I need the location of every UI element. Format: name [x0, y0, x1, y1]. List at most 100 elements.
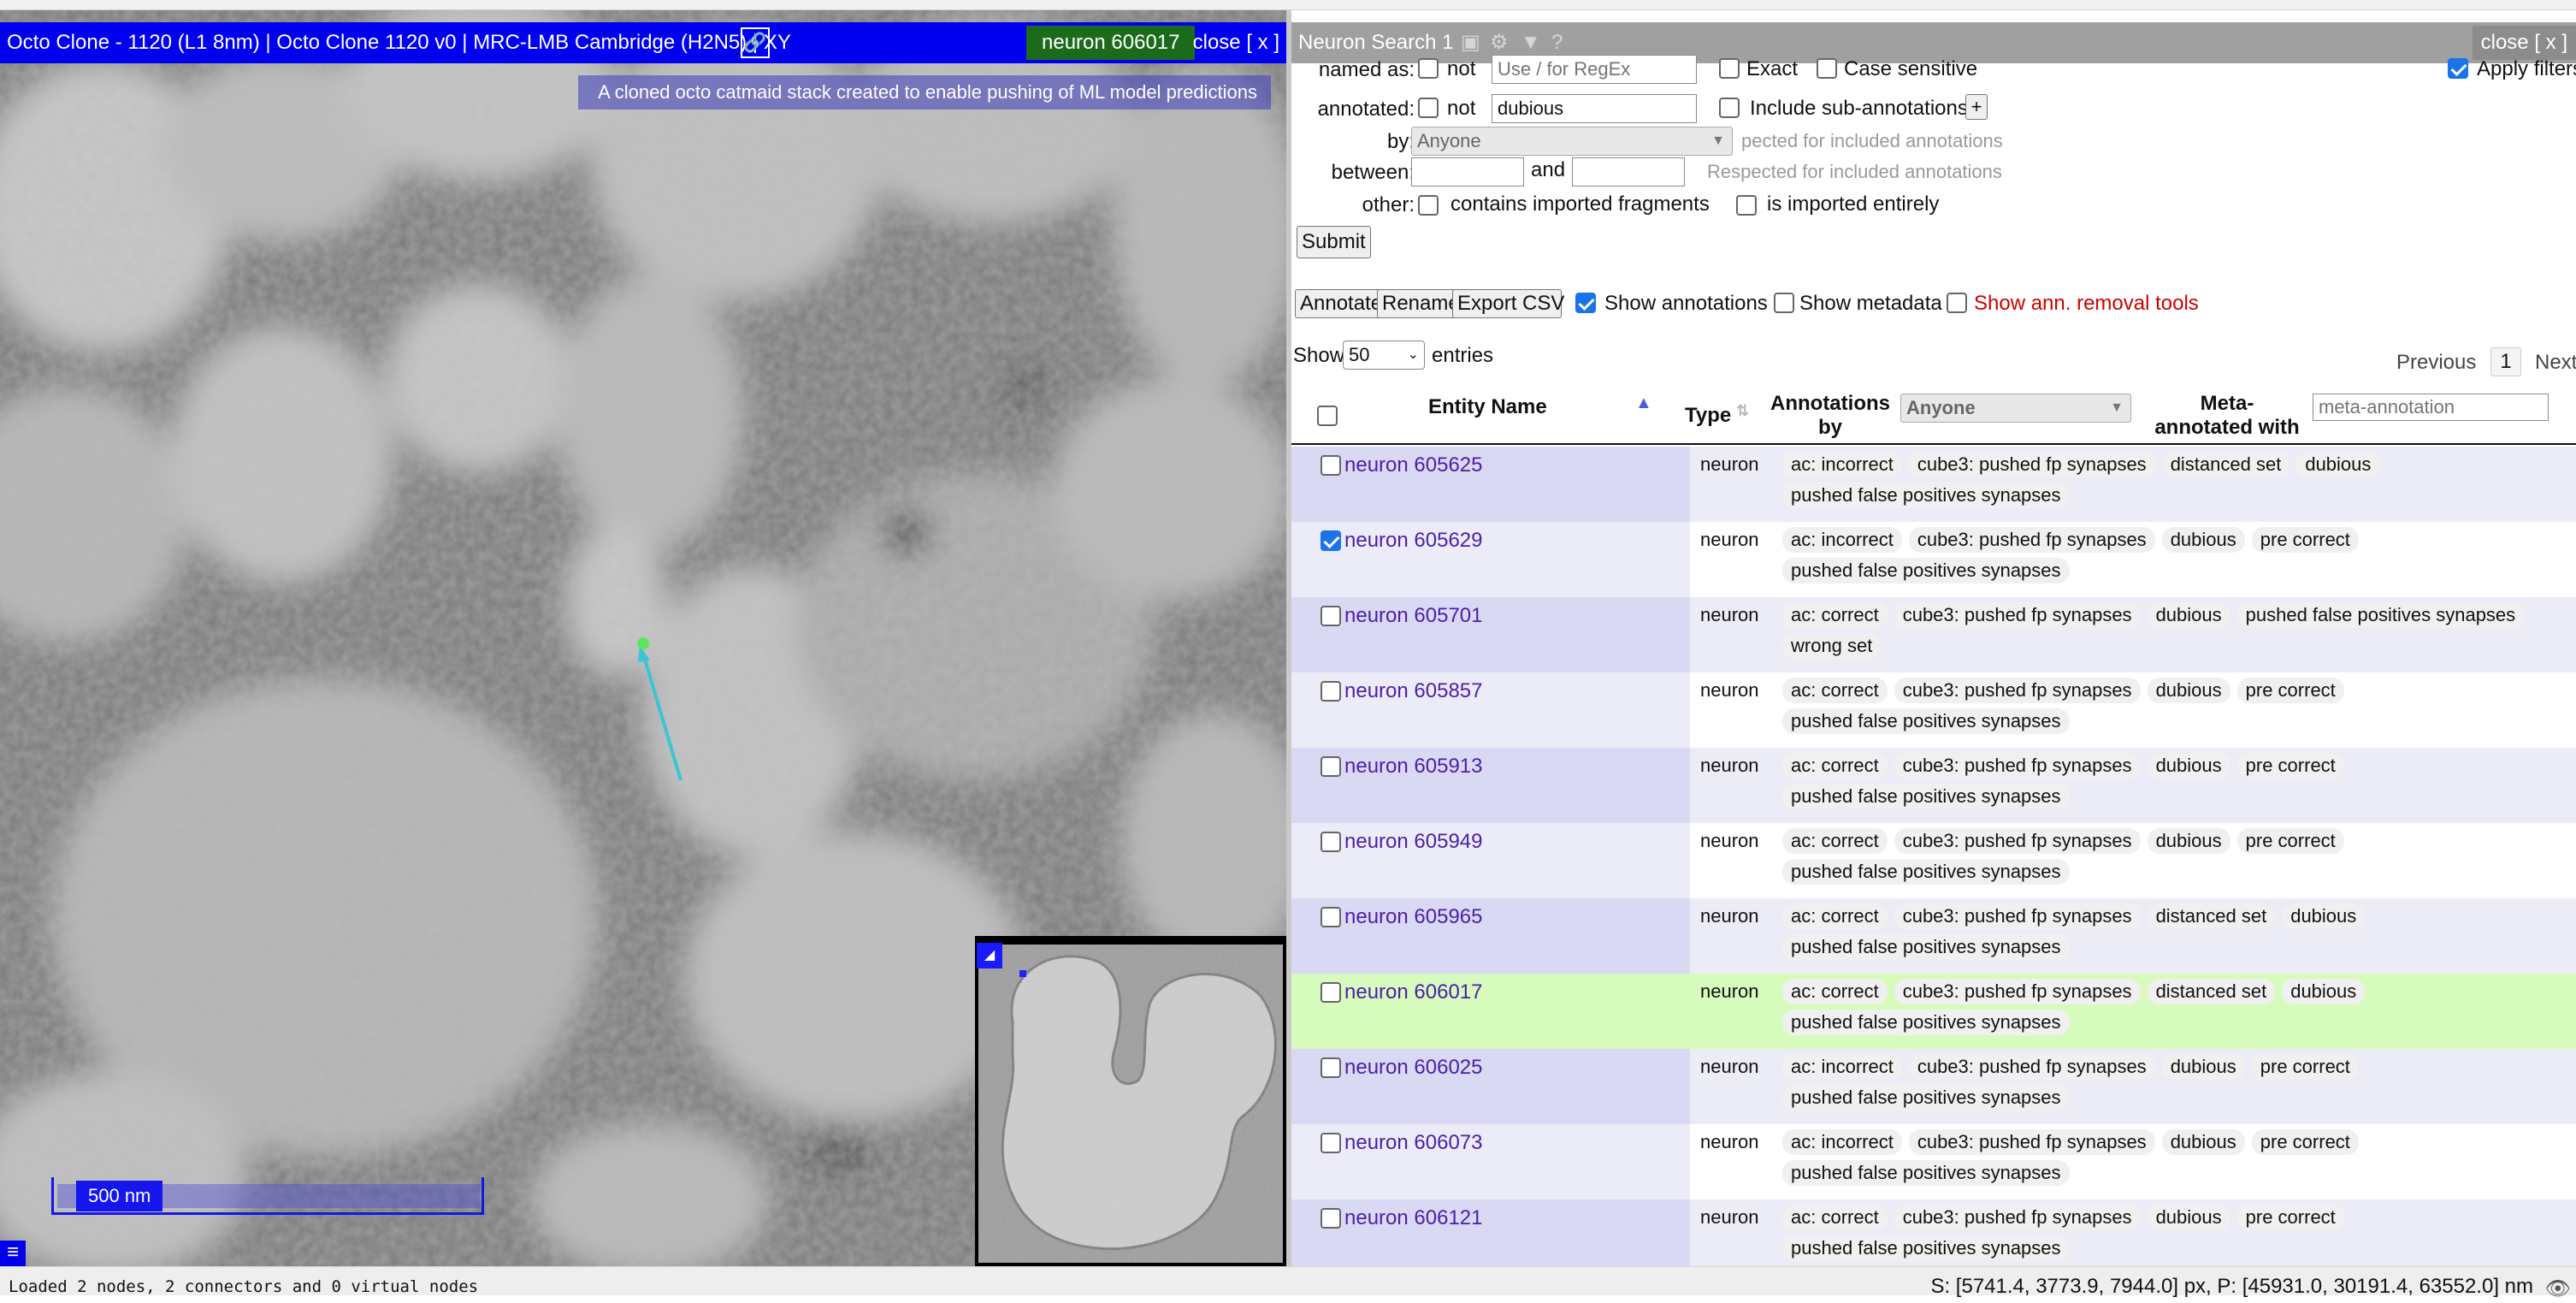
table-row[interactable]: neuron 605857 neuron ac: correct cube3: pus… [1291, 672, 2576, 748]
annotation-tag[interactable]: pushed false positives synapses [1782, 1235, 2070, 1261]
annotation-tag[interactable]: ac: incorrect [1782, 452, 1902, 477]
annotation-tag[interactable]: pre correct [2236, 1205, 2344, 1230]
row-checkbox[interactable] [1320, 1133, 1341, 1153]
neuron-link[interactable]: neuron 605701 [1344, 604, 1482, 628]
show-removal-tools-checkbox[interactable] [1947, 293, 1967, 313]
annotation-tag[interactable]: dubious [2147, 828, 2230, 854]
annotation-tag[interactable]: dubious [2282, 903, 2366, 929]
sort-icon[interactable]: ⇅ [1736, 402, 1749, 420]
annotation-tag[interactable]: pushed false positives synapses [1782, 558, 2070, 583]
row-checkbox[interactable] [1320, 832, 1341, 852]
annotation-tag[interactable]: cube3: pushed fp synapses [1894, 602, 2141, 628]
table-row[interactable]: neuron 606121 neuron ac: correct cube3: pus… [1291, 1199, 2576, 1266]
neuron-link[interactable]: neuron 605625 [1344, 453, 1482, 477]
annotation-tag[interactable]: pre correct [2251, 1129, 2359, 1155]
annotation-tag[interactable]: distanced set [2147, 903, 2276, 929]
annotation-tag[interactable]: distanced set [2147, 979, 2276, 1004]
row-checkbox[interactable] [1320, 530, 1341, 551]
annotation-tag[interactable]: dubious [2161, 527, 2245, 553]
submit-button[interactable]: Submit [1297, 226, 1371, 258]
table-row[interactable]: neuron 605625 neuron ac: incorrect cube3: p… [1291, 447, 2576, 522]
annotation-tag[interactable]: ac: correct [1782, 678, 1888, 703]
row-checkbox[interactable] [1320, 606, 1341, 626]
annotation-tag[interactable]: ac: incorrect [1782, 1129, 1902, 1155]
overview-minimap[interactable]: ◢ [975, 936, 1286, 1266]
annotation-tag[interactable]: pushed false positives synapses [1782, 708, 2070, 734]
row-checkbox[interactable] [1320, 1208, 1341, 1229]
annotation-tag[interactable]: dubious [2147, 1205, 2230, 1230]
neuron-link[interactable]: neuron 605913 [1344, 755, 1482, 779]
between-start-input[interactable] [1411, 157, 1524, 187]
annotate-button[interactable]: Annotate [1295, 289, 1382, 318]
viewer-close-button[interactable]: close [ x ] [1193, 22, 1279, 63]
hamburger-icon[interactable]: ≡ [0, 1241, 26, 1266]
name-not-checkbox[interactable] [1418, 58, 1439, 79]
annotation-tag[interactable]: pre correct [2236, 828, 2344, 854]
show-metadata-checkbox[interactable] [1774, 293, 1794, 313]
neuron-link[interactable]: neuron 606121 [1344, 1206, 1482, 1230]
search-close-button[interactable]: close [ x ] [2472, 26, 2576, 60]
name-search-input[interactable] [1492, 55, 1697, 84]
row-checkbox[interactable] [1320, 756, 1341, 777]
annotation-tag[interactable]: pre correct [2251, 527, 2359, 553]
previous-page-button[interactable]: Previous [2396, 351, 2476, 375]
annotation-tag[interactable]: dubious [2282, 979, 2366, 1004]
entries-select[interactable]: 50 ⌄ [1343, 341, 1425, 370]
neuron-link[interactable]: neuron 606017 [1344, 980, 1482, 1004]
select-all-checkbox[interactable] [1317, 406, 1338, 426]
annotation-tag[interactable]: pre correct [2236, 678, 2344, 703]
annotation-tag[interactable]: dubious [2147, 602, 2230, 628]
annotation-tag[interactable]: wrong set [1782, 633, 1882, 659]
annotation-tag[interactable]: cube3: pushed fp synapses [1908, 1129, 2155, 1155]
annotation-tag[interactable]: pre correct [2236, 753, 2344, 779]
annotation-tag[interactable]: pushed false positives synapses [1782, 1010, 2070, 1035]
annotation-tag[interactable]: dubious [2161, 1054, 2245, 1080]
link-icon[interactable]: 🔗 [741, 27, 770, 58]
neuron-link[interactable]: neuron 605629 [1344, 529, 1482, 553]
table-row[interactable]: neuron 605965 neuron ac: correct cube3: pus… [1291, 898, 2576, 974]
annotation-tag[interactable]: ac: correct [1782, 979, 1888, 1004]
annotation-tag[interactable]: ac: correct [1782, 602, 1888, 628]
table-row[interactable]: neuron 605629 neuron ac: incorrect cube3: p… [1291, 522, 2576, 597]
annotation-tag[interactable]: dubious [2147, 678, 2230, 703]
add-annotation-button[interactable]: + [1965, 94, 1988, 120]
overview-toggle-icon[interactable]: ◢ [977, 943, 1002, 968]
row-checkbox[interactable] [1320, 455, 1341, 476]
annotation-tag[interactable]: cube3: pushed fp synapses [1894, 1205, 2141, 1230]
imported-entirely-checkbox[interactable] [1736, 195, 1757, 216]
table-row[interactable]: neuron 605949 neuron ac: correct cube3: pus… [1291, 823, 2576, 898]
table-row[interactable]: neuron 606017 neuron ac: correct cube3: pus… [1291, 974, 2576, 1049]
annotation-tag[interactable]: ac: correct [1782, 1205, 1888, 1230]
annotation-not-checkbox[interactable] [1418, 98, 1439, 118]
table-row[interactable]: neuron 606073 neuron ac: incorrect cube3: p… [1291, 1124, 2576, 1199]
annotation-tag[interactable]: pre correct [2251, 1054, 2359, 1080]
include-sub-annotations-checkbox[interactable] [1719, 98, 1740, 118]
annotation-tag[interactable]: cube3: pushed fp synapses [1908, 527, 2155, 553]
eye-icon[interactable]: 👁 [2545, 1274, 2571, 1303]
annotation-tag[interactable]: ac: incorrect [1782, 527, 1902, 553]
annotation-tag[interactable]: pushed false positives synapses [2236, 602, 2525, 628]
annotation-tag[interactable]: dubious [2147, 753, 2230, 779]
annotation-tag[interactable]: distanced set [2161, 452, 2290, 477]
annotation-tag[interactable]: ac: correct [1782, 753, 1888, 779]
rename-button[interactable]: Rename [1377, 289, 1460, 318]
neuron-link[interactable]: neuron 605949 [1344, 830, 1482, 854]
neuron-link[interactable]: neuron 605857 [1344, 679, 1482, 703]
row-checkbox[interactable] [1320, 907, 1341, 927]
overview-image[interactable] [978, 945, 1283, 1263]
annotation-tag[interactable]: cube3: pushed fp synapses [1894, 979, 2141, 1004]
annotation-tag[interactable]: cube3: pushed fp synapses [1894, 903, 2141, 929]
table-row[interactable]: neuron 606025 neuron ac: incorrect cube3: p… [1291, 1049, 2576, 1124]
next-page-button[interactable]: Next [2535, 351, 2576, 375]
table-row[interactable]: neuron 605913 neuron ac: correct cube3: pus… [1291, 748, 2576, 823]
row-checkbox[interactable] [1320, 1057, 1341, 1078]
column-type[interactable]: Type [1685, 404, 1731, 428]
annotation-tag[interactable]: dubious [2296, 452, 2380, 477]
page-1-button[interactable]: 1 [2490, 347, 2521, 376]
neuron-link[interactable]: neuron 606025 [1344, 1056, 1482, 1080]
annotation-tag[interactable]: pushed false positives synapses [1782, 483, 2070, 508]
annotation-tag[interactable]: cube3: pushed fp synapses [1908, 1054, 2155, 1080]
annotation-tag[interactable]: ac: correct [1782, 828, 1888, 854]
apply-filters-checkbox[interactable] [2448, 58, 2468, 79]
annotation-input[interactable] [1492, 94, 1697, 123]
